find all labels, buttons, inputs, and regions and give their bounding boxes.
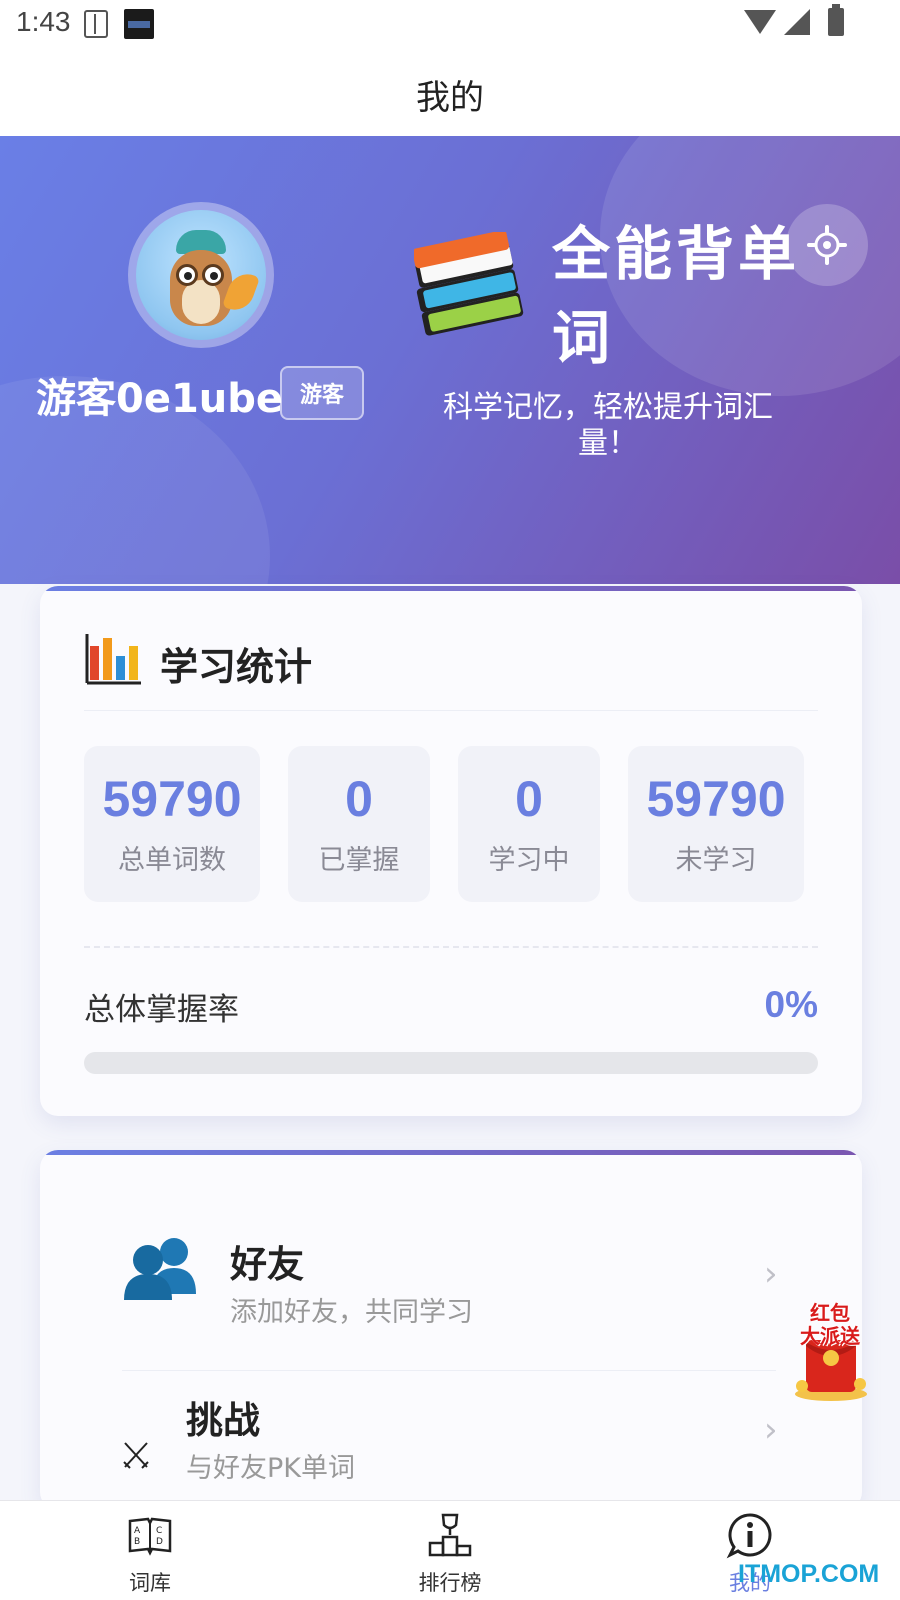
owl-avatar-image	[136, 210, 266, 340]
menu-item-challenge[interactable]: 挑战 与好友PK单词 ›	[40, 1370, 862, 1510]
nav-label: 词库	[129, 1571, 171, 1595]
username: 游客0e1ube	[36, 376, 284, 422]
svg-text:B: B	[134, 1537, 140, 1547]
notification-app-icon	[124, 9, 154, 39]
app-slogan: 科学记忆，轻松提升词汇量！	[443, 390, 773, 461]
stat-mastered: 0 已掌握	[288, 746, 430, 902]
menu-item-subtitle: 与好友PK单词	[186, 1453, 355, 1484]
study-stats-card: 学习统计 59790 总单词数 0 已掌握 0 学习中 59790 未学习 总体…	[40, 586, 862, 1116]
red-packet-line1: 红包	[810, 1301, 850, 1325]
chevron-right-icon: ›	[764, 1410, 778, 1450]
chevron-right-icon: ›	[764, 1254, 778, 1294]
owl-belly	[182, 280, 220, 324]
stat-total-words: 59790 总单词数	[84, 746, 260, 902]
stat-value: 0	[345, 771, 373, 827]
dashed-divider	[84, 946, 818, 948]
info-icon	[726, 1513, 772, 1559]
cell-signal-icon	[784, 9, 810, 35]
guest-badge: 游客	[280, 366, 364, 420]
stat-learning: 0 学习中	[458, 746, 600, 902]
status-bar: 1:43	[0, 0, 900, 48]
bar-chart-icon	[85, 634, 141, 685]
status-icons	[744, 4, 844, 36]
watermark: ITMOP.COM	[738, 1560, 880, 1588]
avatar[interactable]	[128, 202, 274, 348]
stats-title: 学习统计	[160, 645, 313, 689]
nav-item-dictionary[interactable]: A B C D 词库	[70, 1501, 230, 1600]
books-icon	[414, 232, 524, 336]
nav-item-leaderboard[interactable]: 排行榜	[370, 1501, 530, 1600]
svg-text:D: D	[156, 1537, 163, 1547]
mastery-rate-value: 0%	[764, 984, 818, 1025]
friends-icon	[124, 1238, 196, 1300]
red-packet-label: 红包 大派送	[788, 1302, 872, 1348]
title-bar: 我的	[0, 48, 900, 136]
podium-icon	[428, 1513, 472, 1557]
owl-eye	[202, 264, 224, 286]
stat-label: 学习中	[488, 845, 570, 876]
card-accent-line	[40, 586, 862, 591]
svg-text:A: A	[134, 1526, 141, 1536]
red-packet-line2: 大派送	[800, 1324, 860, 1348]
menu-item-title: 好友	[230, 1243, 304, 1286]
mastery-rate-label: 总体掌握率	[84, 992, 239, 1028]
stat-label: 未学习	[675, 845, 757, 876]
divider	[84, 710, 818, 711]
dictionary-icon: A B C D	[128, 1517, 172, 1556]
sim-card-icon	[84, 10, 108, 38]
nav-label: 排行榜	[418, 1571, 482, 1595]
stat-label: 已掌握	[318, 845, 400, 876]
settings-button[interactable]	[786, 204, 868, 286]
owl-eye	[176, 264, 198, 286]
app-name: 全能背单词	[552, 220, 801, 372]
stat-value: 59790	[102, 771, 242, 827]
swords-icon	[123, 1442, 149, 1469]
page-title: 我的	[416, 78, 484, 118]
menu-card: 好友 添加好友，共同学习 › 挑战 与好友PK单词 ›	[40, 1150, 862, 1510]
menu-item-subtitle: 添加好友，共同学习	[230, 1297, 473, 1328]
svg-text:C: C	[156, 1526, 162, 1536]
mastery-progress-bar	[84, 1052, 818, 1074]
gear-icon	[807, 225, 847, 265]
stat-label: 总单词数	[118, 845, 226, 876]
battery-icon	[828, 4, 844, 36]
profile-header: 游客0e1ube 游客 全能背单词 科学记忆，轻松提升词汇量！	[0, 136, 900, 584]
wifi-icon	[744, 10, 776, 34]
menu-item-friends[interactable]: 好友 添加好友，共同学习 ›	[40, 1150, 862, 1370]
stat-value: 59790	[646, 771, 786, 827]
menu-item-title: 挑战	[186, 1399, 260, 1442]
status-time: 1:43	[16, 6, 71, 37]
stat-value: 0	[515, 771, 543, 827]
red-packet-promo[interactable]: 红包 大派送	[788, 1302, 872, 1402]
stat-not-learned: 59790 未学习	[628, 746, 804, 902]
